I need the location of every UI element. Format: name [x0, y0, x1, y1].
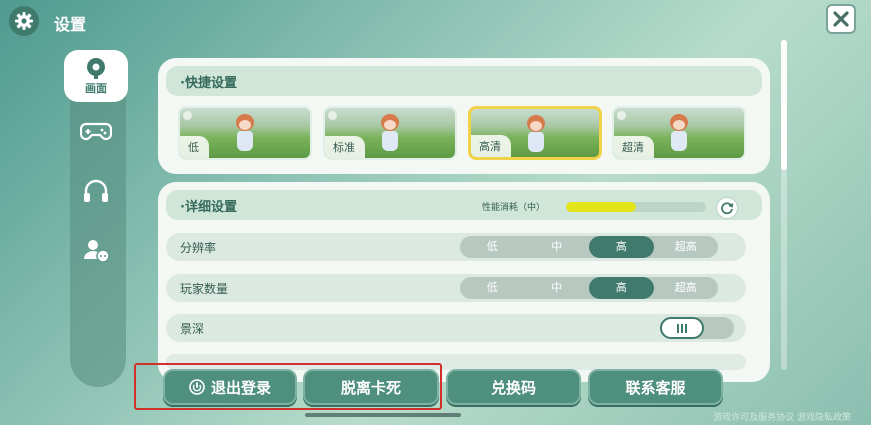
setting-label: 玩家数量	[180, 282, 229, 296]
player-count-selector: 低 中 高 超高	[460, 277, 718, 299]
refresh-button[interactable]	[716, 197, 738, 219]
detail-settings-title: ·详细设置	[180, 200, 237, 215]
setting-row-player-count: 玩家数量 低 中 高 超高	[166, 274, 746, 302]
gear-icon	[9, 6, 39, 36]
setting-label: 景深	[180, 322, 205, 336]
sidebar	[70, 52, 126, 387]
home-indicator[interactable]	[305, 413, 461, 417]
preset-badge	[617, 111, 626, 120]
close-icon	[833, 11, 849, 27]
character-preview	[379, 114, 401, 154]
option-low[interactable]: 低	[460, 236, 525, 258]
option-ultra[interactable]: 超高	[654, 236, 719, 258]
sidebar-item-display[interactable]: 画面	[64, 50, 128, 102]
sidebar-item-audio[interactable]	[80, 177, 112, 205]
character-preview	[668, 114, 690, 154]
setting-row-resolution: 分辨率 低 中 高 超高	[166, 233, 746, 261]
sidebar-item-label: 画面	[85, 81, 107, 95]
option-medium[interactable]: 中	[525, 236, 590, 258]
performance-bar	[566, 202, 706, 212]
annotation-highlight-box	[134, 363, 442, 410]
quick-settings-header: ·快捷设置	[166, 66, 762, 96]
refresh-icon	[721, 202, 734, 215]
option-medium[interactable]: 中	[525, 277, 590, 299]
page-title: 设置	[54, 15, 87, 34]
sidebar-item-social[interactable]	[80, 237, 112, 265]
setting-label: 分辨率	[180, 241, 217, 255]
performance-bar-fill	[566, 202, 636, 212]
quality-preset-low[interactable]: 低	[178, 106, 312, 160]
character-preview	[234, 114, 256, 154]
option-high[interactable]: 高	[589, 277, 654, 299]
option-ultra[interactable]: 超高	[654, 277, 719, 299]
resolution-selector: 低 中 高 超高	[460, 236, 718, 258]
option-high[interactable]: 高	[589, 236, 654, 258]
quick-settings-panel: ·快捷设置 低 标准 高清 超清	[158, 58, 770, 174]
top-bar: 设置	[0, 0, 871, 44]
contact-support-button[interactable]: 联系客服	[588, 369, 723, 405]
toggle-knob	[660, 317, 704, 339]
preset-badge	[328, 111, 337, 120]
scrollbar-thumb[interactable]	[781, 40, 787, 170]
preset-label: 高清	[471, 135, 511, 157]
preset-label: 标准	[325, 136, 365, 158]
quick-settings-title: ·快捷设置	[180, 76, 237, 91]
option-low[interactable]: 低	[460, 277, 525, 299]
depth-of-field-toggle[interactable]	[660, 317, 734, 339]
footer-links[interactable]: 游戏许可及服务协议 游戏隐私政策	[713, 410, 851, 423]
redeem-code-button[interactable]: 兑换码	[446, 369, 581, 405]
gamepad-icon	[80, 122, 112, 141]
close-button[interactable]	[826, 4, 856, 34]
quality-preset-ultra[interactable]: 超清	[612, 106, 746, 160]
setting-row-depth-of-field: 景深	[166, 314, 746, 342]
display-icon	[87, 57, 105, 79]
sidebar-item-controls[interactable]	[80, 117, 112, 145]
performance-label: 性能消耗（中）	[482, 203, 546, 213]
quality-preset-hd[interactable]: 高清	[468, 106, 602, 160]
preset-badge	[183, 111, 192, 120]
quality-preset-standard[interactable]: 标准	[323, 106, 457, 160]
headphones-icon	[84, 179, 108, 202]
preset-label: 低	[180, 136, 209, 158]
character-preview	[525, 115, 547, 155]
support-label: 联系客服	[625, 378, 686, 397]
redeem-label: 兑换码	[490, 378, 536, 397]
preset-label: 超清	[614, 136, 654, 158]
social-icon	[84, 240, 110, 263]
